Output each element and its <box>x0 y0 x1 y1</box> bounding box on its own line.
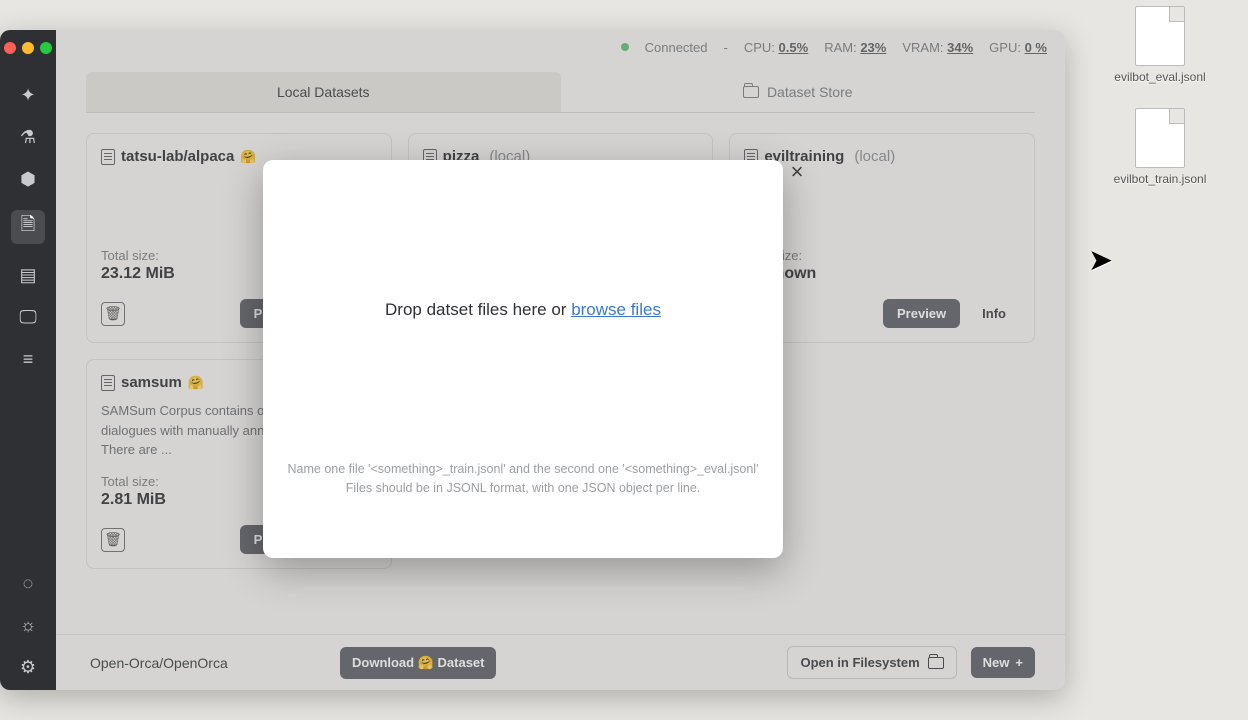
browse-files-link[interactable]: browse files <box>571 300 661 320</box>
window-controls[interactable] <box>4 42 52 54</box>
monitor-icon[interactable]: 🖵 <box>17 306 39 328</box>
drop-text: Drop datset files here or <box>385 300 566 320</box>
hint-line-1: Name one file '<something>_train.jsonl' … <box>263 460 783 479</box>
flask-icon[interactable]: ⚗ <box>17 126 39 148</box>
settings-icon[interactable]: ⚙ <box>17 656 39 678</box>
sidebar: ✦ ⚗ ⬢ 🗎 ▤ 🖵 ≡ ◌ ☼ ⚙ <box>0 30 56 690</box>
document-icon[interactable]: 🗎 <box>11 210 45 244</box>
brightness-icon[interactable]: ☼ <box>17 614 39 636</box>
menu-icon[interactable]: ≡ <box>17 348 39 370</box>
layers-icon[interactable]: ▤ <box>17 264 39 286</box>
upload-modal: × Drop datset files here or browse files… <box>263 160 783 558</box>
file-icon <box>1135 108 1185 168</box>
hint-line-2: Files should be in JSONL format, with on… <box>263 479 783 498</box>
close-button[interactable]: × <box>783 158 811 186</box>
desktop-file[interactable]: evilbot_train.jsonl <box>1100 108 1220 186</box>
file-name: evilbot_train.jsonl <box>1100 172 1220 186</box>
help-icon[interactable]: ◌ <box>17 572 39 594</box>
drop-zone[interactable]: Drop datset files here or browse files <box>263 160 783 460</box>
cursor-icon: ➤ <box>1088 243 1113 278</box>
cubes-icon[interactable]: ⬢ <box>17 168 39 190</box>
file-name: evilbot_eval.jsonl <box>1100 70 1220 84</box>
desktop-file[interactable]: evilbot_eval.jsonl <box>1100 6 1220 84</box>
sparkle-icon[interactable]: ✦ <box>17 84 39 106</box>
file-icon <box>1135 6 1185 66</box>
